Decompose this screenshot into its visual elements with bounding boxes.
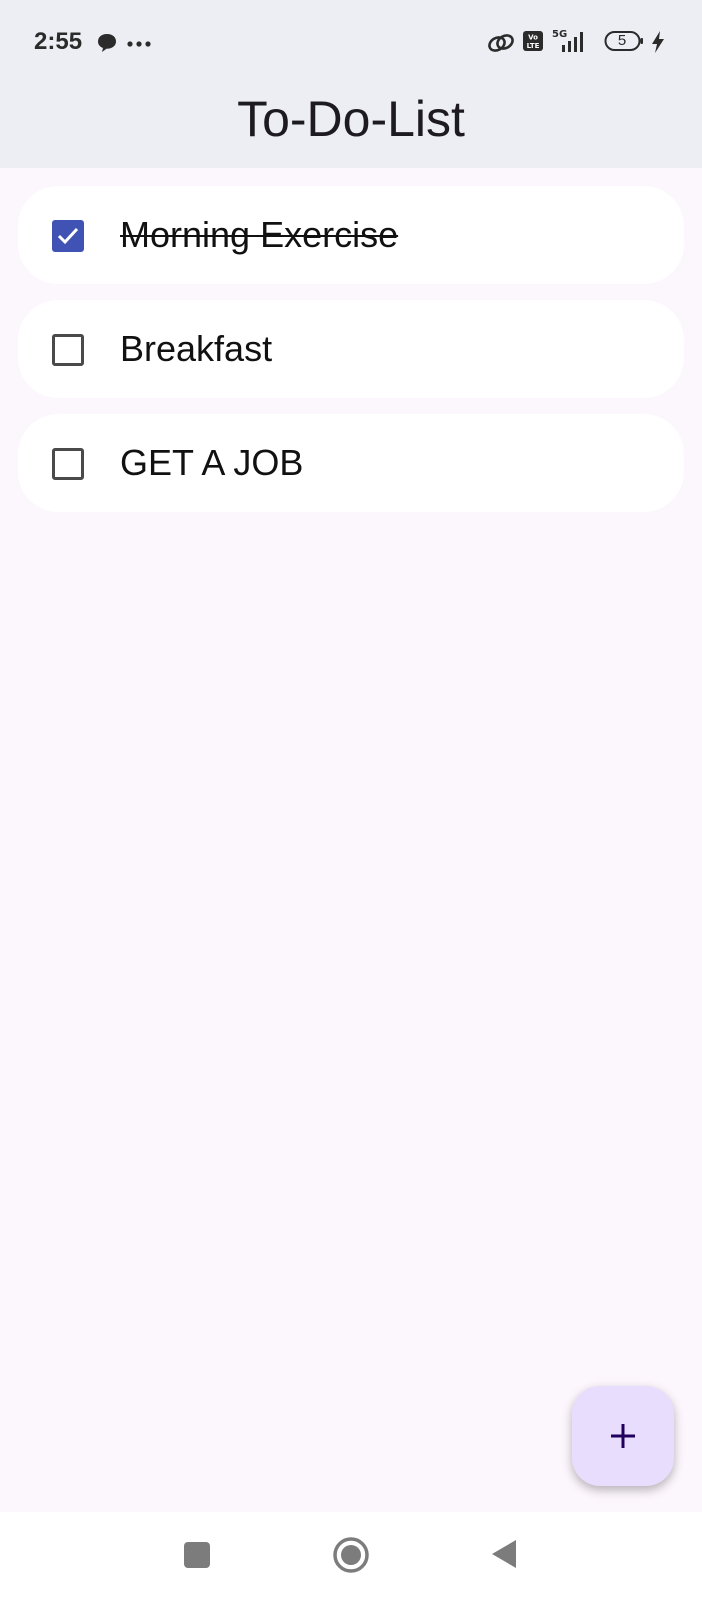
top-area: 2:55 Vo LTE 5G 5 To-Do-List [0,0,702,168]
network-type: 5G [552,29,567,40]
page-title: To-Do-List [237,91,465,147]
back-icon[interactable] [490,1538,518,1570]
more-icon [127,41,151,47]
svg-text:Vo: Vo [528,34,538,42]
link-icon [488,34,514,52]
charging-icon [652,31,664,53]
recents-icon[interactable] [184,1542,210,1568]
task-checkbox[interactable] [52,334,84,366]
task-item[interactable]: GET A JOB [18,414,684,512]
app-screen: 2:55 Vo LTE 5G 5 To-Do-List Morning Exer… [0,0,702,1600]
signal-icon: 5G [552,29,583,52]
status-time: 2:55 [34,28,83,55]
task-item[interactable]: Breakfast [18,300,684,398]
task-checkbox[interactable] [52,220,84,252]
battery-level: 5 [617,32,627,49]
task-list: Morning Exercise Breakfast GET A JOB [18,186,684,528]
task-label: Breakfast [120,328,273,369]
task-label: GET A JOB [120,442,304,483]
task-checkbox[interactable] [52,448,84,480]
system-nav-bar [0,1512,702,1600]
status-bar: 2:55 Vo LTE 5G 5 [0,0,702,84]
svg-text:LTE: LTE [527,42,540,50]
add-task-button[interactable] [572,1386,674,1486]
volte-icon: Vo LTE [523,31,543,51]
chat-icon [98,34,116,52]
check-icon [57,227,79,245]
plus-icon [611,1424,635,1448]
home-icon[interactable] [332,1536,370,1574]
task-label: Morning Exercise [120,214,399,255]
task-item[interactable]: Morning Exercise [18,186,684,284]
